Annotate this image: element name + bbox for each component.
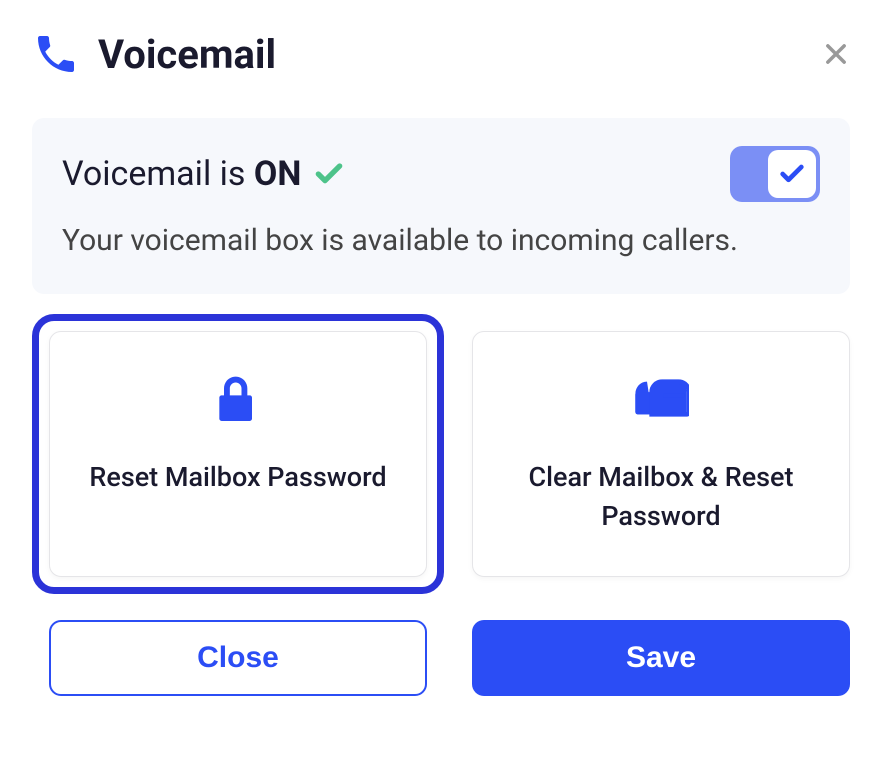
mailbox-icon — [633, 372, 689, 428]
voicemail-status-label: Voicemail is ON — [62, 154, 301, 194]
reset-password-card[interactable]: Reset Mailbox Password — [49, 331, 427, 577]
voicemail-status-panel: Voicemail is ON Your voicemail box is av… — [32, 118, 850, 294]
status-prefix: Voicemail is — [62, 154, 254, 194]
clear-reset-label: Clear Mailbox & Reset Password — [497, 458, 825, 536]
card-wrapper: Clear Mailbox & Reset Password — [472, 314, 850, 594]
close-icon[interactable] — [822, 40, 850, 68]
status-text-group: Voicemail is ON — [62, 154, 345, 194]
toggle-knob — [768, 150, 816, 198]
status-state: ON — [254, 154, 301, 194]
lock-icon — [210, 372, 266, 428]
clear-reset-card[interactable]: Clear Mailbox & Reset Password — [472, 331, 850, 577]
phone-icon — [32, 30, 80, 78]
voicemail-status-description: Your voicemail box is available to incom… — [62, 220, 820, 262]
selected-card-highlight: Reset Mailbox Password — [32, 314, 444, 594]
checkmark-icon — [313, 158, 345, 190]
voicemail-toggle[interactable] — [730, 146, 820, 202]
modal-title: Voicemail — [98, 31, 276, 78]
action-cards-row: Reset Mailbox Password Clear Mailbox & R… — [32, 314, 850, 594]
close-button[interactable]: Close — [49, 620, 427, 696]
save-button[interactable]: Save — [472, 620, 850, 696]
modal-header: Voicemail — [32, 30, 850, 78]
check-icon — [778, 160, 806, 188]
footer-buttons: Close Save — [32, 620, 850, 696]
status-row: Voicemail is ON — [62, 146, 820, 202]
reset-password-label: Reset Mailbox Password — [89, 458, 386, 497]
header-title-group: Voicemail — [32, 30, 276, 78]
